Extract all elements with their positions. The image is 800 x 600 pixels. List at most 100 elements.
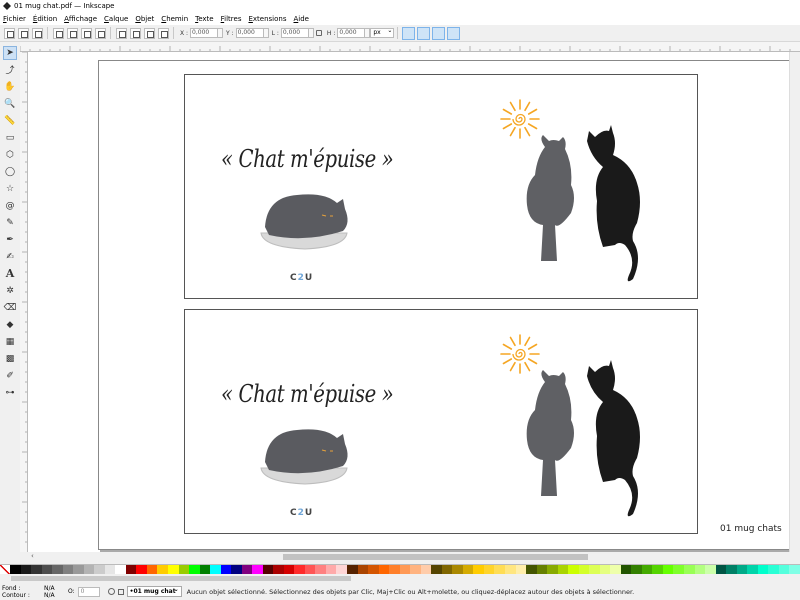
menu-fichier[interactable]: Fichier (3, 15, 26, 23)
menu-texte[interactable]: Texte (195, 15, 213, 23)
measure-tool-icon[interactable]: 📏 (3, 114, 17, 128)
palette-scrollbar[interactable] (0, 574, 800, 583)
layer-lock-icon[interactable] (117, 588, 124, 595)
scale-stroke-toggle[interactable] (402, 26, 416, 40)
horizontal-ruler[interactable] (20, 42, 800, 52)
black-cat-silhouette (587, 360, 640, 517)
menu-edition[interactable]: Édition (33, 15, 57, 23)
mesh-tool-icon[interactable]: ▩ (3, 352, 17, 366)
gradient-tool-icon[interactable]: ▦ (3, 335, 17, 349)
sun-ray (509, 126, 516, 137)
x-spinner[interactable] (218, 28, 224, 38)
width-label: L : (271, 29, 279, 37)
drawing-canvas[interactable]: « Chat m'épuise » C2U « Chat m'épuise » … (28, 52, 800, 552)
opacity-label: O: (68, 588, 75, 595)
menu-filtres[interactable]: Filtres (221, 15, 242, 23)
opacity-control: O: 0 (68, 586, 100, 597)
eraser-tool-icon[interactable]: ⌫ (3, 301, 17, 315)
current-layer-select[interactable]: •01 mug chat (126, 585, 182, 597)
spray-tool-icon[interactable]: ✲ (3, 284, 17, 298)
layer-visibility-icon[interactable] (107, 588, 115, 595)
toolbar-separator (110, 27, 111, 39)
select-all-layers-button[interactable] (17, 27, 29, 39)
menu-objet[interactable]: Objet (135, 15, 154, 23)
height-field: H : 0,000 (327, 28, 371, 38)
flip-horizontal-button[interactable] (80, 27, 92, 39)
status-bar: Fond : N/A Contour : N/A O: 0 •01 mug chat… (0, 583, 800, 600)
x-label: X : (180, 29, 189, 37)
select-all-button[interactable] (3, 27, 15, 39)
tool-controls-bar: X : 0,000 Y : 0,000 L : 0,000 H : 0,000 … (0, 25, 800, 42)
window-title: 01 mug chat.pdf — Inkscape (14, 2, 115, 10)
sun-ray (524, 361, 531, 372)
width-spinner[interactable] (308, 28, 314, 38)
lower-bottom-button[interactable] (115, 27, 127, 39)
horizontal-scroll-thumb[interactable] (283, 554, 588, 560)
toolbar-separator (47, 27, 48, 39)
vertical-scrollbar[interactable] (789, 52, 800, 552)
move-gradients-toggle[interactable] (432, 26, 446, 40)
pen-tool-icon[interactable]: ✒ (3, 233, 17, 247)
sun-ray (527, 123, 538, 130)
raise-button[interactable] (143, 27, 155, 39)
black-cat-silhouette (587, 125, 640, 282)
title-bar: 01 mug chat.pdf — Inkscape (0, 0, 800, 12)
menu-affichage[interactable]: Affichage (64, 15, 97, 23)
vertical-ruler[interactable] (20, 52, 28, 552)
unit-select[interactable]: px (370, 27, 395, 38)
vertical-ruler-ticks (22, 52, 27, 543)
selector-tool-icon[interactable]: ➤ (3, 45, 17, 60)
scroll-left-arrow-icon[interactable]: ‹ (31, 552, 34, 560)
3dbox-tool-icon[interactable]: ⬡ (3, 148, 17, 162)
mug-design-panel[interactable]: « Chat m'épuise » C2U (184, 74, 698, 299)
sun-ray (502, 343, 513, 350)
star-tool-icon[interactable]: ☆ (3, 182, 17, 196)
lower-button[interactable] (129, 27, 141, 39)
pencil-tool-icon[interactable]: ✎ (3, 216, 17, 230)
move-patterns-toggle[interactable] (447, 26, 461, 40)
horizontal-scrollbar[interactable]: ‹ (28, 552, 800, 562)
fill-stroke-indicator[interactable]: Fond : N/A Contour : N/A (0, 585, 58, 599)
flip-vertical-button[interactable] (94, 27, 106, 39)
color-palette (0, 564, 800, 575)
y-input[interactable]: 0,000 (235, 28, 264, 38)
mug-artwork (260, 334, 640, 517)
sun-ray (527, 108, 538, 115)
width-field: L : 0,000 (272, 28, 314, 38)
fill-label: Fond : (2, 584, 21, 592)
dropper-tool-icon[interactable]: ✐ (3, 369, 17, 383)
sun-ray (509, 361, 516, 372)
raise-top-button[interactable] (157, 27, 169, 39)
rect-tool-icon[interactable]: ▭ (3, 131, 17, 145)
x-input[interactable]: 0,000 (190, 28, 219, 38)
mug-design-panel[interactable]: « Chat m'épuise » C2U (184, 309, 698, 534)
rotate-ccw-button[interactable] (52, 27, 64, 39)
zoom-tool-icon[interactable]: 🔍 (3, 97, 17, 111)
scale-corners-toggle[interactable] (417, 26, 431, 40)
menu-aide[interactable]: Aide (294, 15, 310, 23)
menu-extensions[interactable]: Extensions (248, 15, 286, 23)
bucket-tool-icon[interactable]: ◆ (3, 318, 17, 332)
calligraphy-tool-icon[interactable]: ✍ (3, 250, 17, 264)
node-tool-icon[interactable]: ⤴ (3, 63, 17, 77)
stroke-label: Contour : (2, 591, 30, 599)
menu-bar: Fichier Édition Affichage Calque Objet C… (0, 12, 800, 25)
connector-tool-icon[interactable]: ⊶ (3, 386, 17, 400)
lock-ratio-icon[interactable] (315, 30, 322, 36)
height-input[interactable]: 0,000 (337, 28, 366, 38)
palette-scroll-thumb[interactable] (11, 576, 351, 581)
opacity-input[interactable]: 0 (77, 586, 100, 597)
width-input[interactable]: 0,000 (280, 28, 309, 38)
y-spinner[interactable] (263, 28, 269, 38)
spiral-tool-icon[interactable]: @ (3, 199, 17, 213)
text-tool-icon[interactable]: A (3, 267, 17, 281)
sun-with-spiral (500, 99, 540, 139)
x-field: X : 0,000 (180, 28, 224, 38)
deselect-button[interactable] (31, 27, 43, 39)
menu-calque[interactable]: Calque (104, 15, 128, 23)
ellipse-tool-icon[interactable]: ◯ (3, 165, 17, 179)
rotate-cw-button[interactable] (66, 27, 78, 39)
sleeping-cat-in-bowl (260, 429, 348, 485)
tweak-tool-icon[interactable]: ✋ (3, 80, 17, 94)
menu-chemin[interactable]: Chemin (161, 15, 188, 23)
